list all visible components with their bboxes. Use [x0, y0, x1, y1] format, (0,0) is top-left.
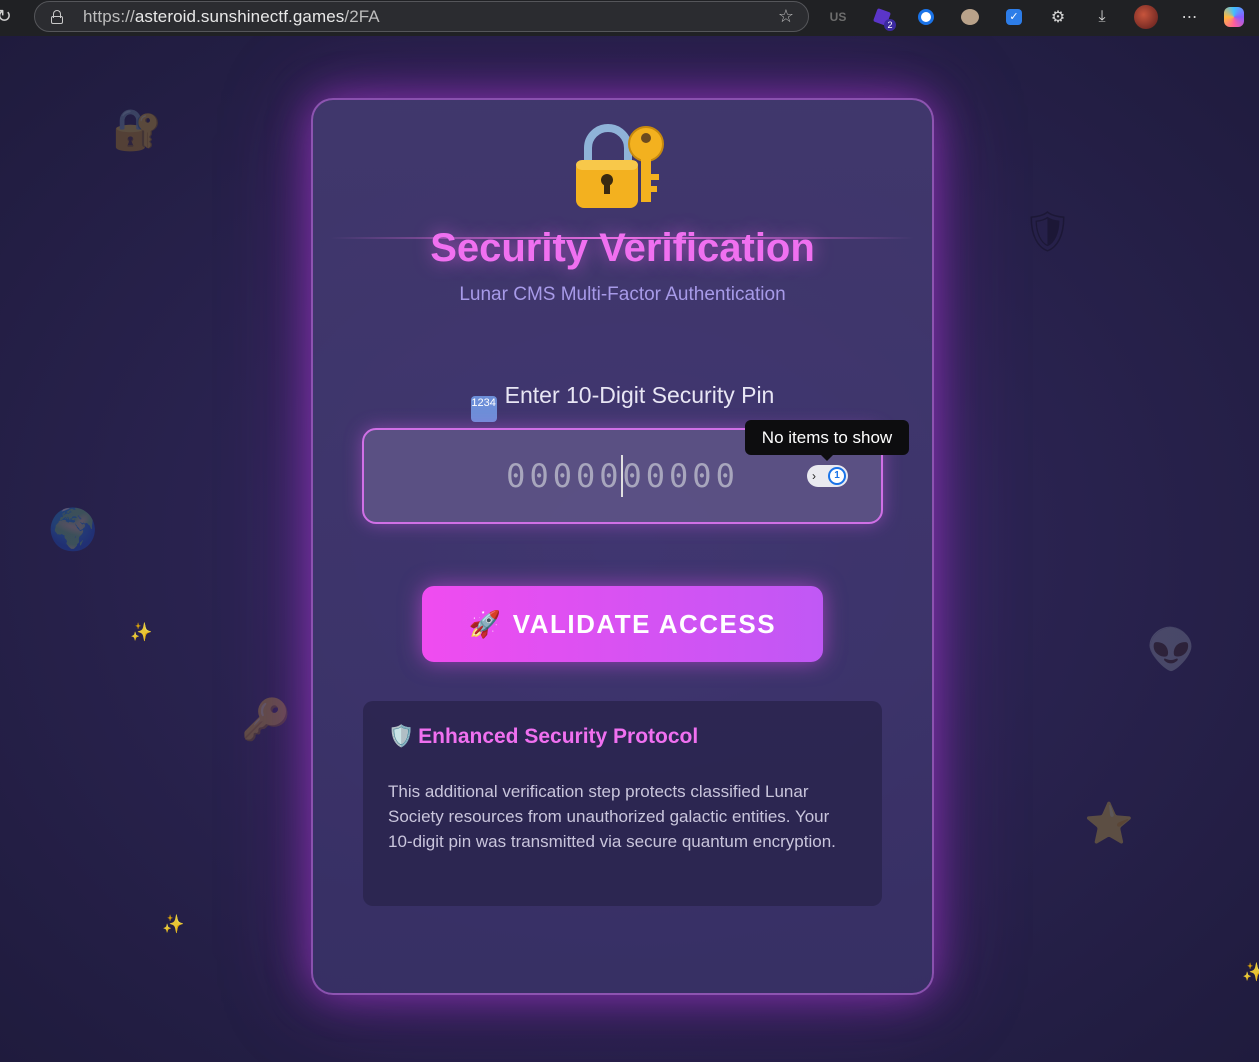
security-info-panel: 🛡️ Enhanced Security Protocol This additi… — [363, 701, 882, 906]
password-manager-icon[interactable] — [914, 5, 938, 29]
info-text: This additional verification step protec… — [388, 782, 836, 851]
us-extension-icon[interactable]: US — [826, 5, 850, 29]
sparkle-icon: ✨ — [162, 914, 185, 934]
page-title: Security Verification — [430, 226, 815, 270]
page-subtitle: Lunar CMS Multi-Factor Authentication — [459, 284, 786, 305]
chevron-right-icon: › — [812, 469, 816, 483]
alien-decoration-icon: 👽 — [1146, 628, 1196, 672]
url-text[interactable]: https://asteroid.sunshinectf.games/2FA — [83, 7, 380, 27]
sparkle-icon: ✨ — [1242, 962, 1259, 982]
glasses-extension-icon[interactable] — [958, 5, 982, 29]
address-bar[interactable]: https://asteroid.sunshinectf.games/2FA ☆ — [34, 1, 809, 32]
lock-icon[interactable] — [51, 9, 63, 24]
keypad-icon: 1234 — [470, 396, 497, 422]
pin-label: 1234 Enter 10-Digit Security Pin — [311, 382, 934, 422]
bookmark-star-icon[interactable]: ☆ — [778, 6, 794, 27]
star-decoration-icon: ⭐ — [1084, 802, 1134, 846]
download-icon[interactable]: ⤓ — [1090, 5, 1114, 29]
text-caret — [621, 455, 623, 497]
password-manager-logo-icon: 1 — [828, 467, 846, 485]
copilot-icon[interactable] — [1222, 5, 1246, 29]
profile-avatar[interactable] — [1134, 5, 1158, 29]
check-extension-icon[interactable]: ✓ — [1002, 5, 1026, 29]
lock-decoration-icon: 🔐 — [112, 108, 162, 152]
tooltip: No items to show — [745, 420, 909, 461]
puzzle-icon[interactable]: ⚙ — [1046, 5, 1070, 29]
planet-decoration-icon: 🌍 — [48, 508, 98, 552]
password-manager-field-icon[interactable]: › 1 — [807, 465, 848, 487]
sparkle-icon: ✨ — [130, 622, 153, 642]
reload-icon[interactable]: ↻ — [0, 6, 14, 26]
info-title: 🛡️ Enhanced Security Protocol — [388, 725, 699, 748]
rocket-icon: 🚀 — [468, 608, 503, 639]
cube-extension-icon[interactable]: 2 — [870, 5, 896, 31]
validate-access-button[interactable]: 🚀 VALIDATE ACCESS — [422, 586, 823, 662]
shield-decoration-icon: 🛡 — [1022, 210, 1073, 254]
shield-icon: 🛡️ — [388, 725, 415, 748]
extensions-row: US 2 ✓ ⚙ ⤓ ⋯ — [826, 4, 1259, 31]
browser-toolbar: ↻ https://asteroid.sunshinectf.games/2FA… — [0, 0, 1259, 36]
more-menu-icon[interactable]: ⋯ — [1178, 5, 1202, 29]
key-decoration-icon: 🔑 — [241, 698, 291, 742]
lock-with-key-icon — [576, 124, 664, 208]
